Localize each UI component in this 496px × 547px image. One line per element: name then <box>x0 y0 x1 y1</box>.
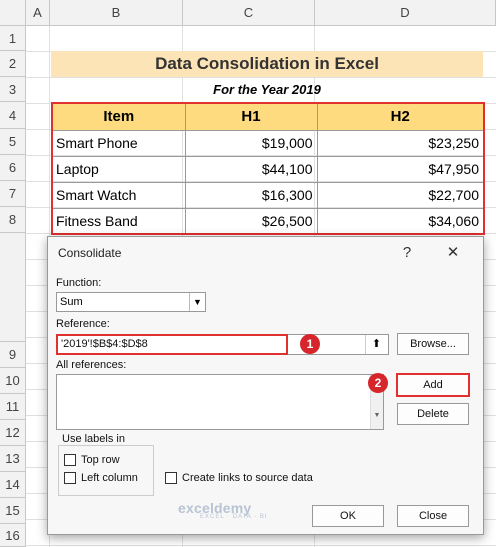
chevron-down-icon[interactable]: ▼ <box>189 293 205 311</box>
row-header[interactable]: 11 <box>0 394 26 420</box>
table-header-row: Item H1 H2 <box>51 102 485 131</box>
header-cell-item[interactable]: Item <box>51 102 186 131</box>
use-labels-label: Use labels in <box>60 433 127 445</box>
row-header[interactable]: 9 <box>0 342 26 368</box>
function-label: Function: <box>56 277 101 289</box>
left-column-checkbox[interactable] <box>64 472 76 484</box>
create-links-checkbox[interactable] <box>165 472 177 484</box>
h1-cell[interactable]: $19,000 <box>184 129 318 157</box>
top-row-checkbox[interactable] <box>64 454 76 466</box>
h2-cell[interactable]: $23,250 <box>316 129 485 157</box>
top-row-label[interactable]: Top row <box>81 454 120 466</box>
left-column-label[interactable]: Left column <box>81 472 138 484</box>
create-links-label[interactable]: Create links to source data <box>182 472 313 484</box>
close-button[interactable]: Close <box>397 505 469 527</box>
exceldemy-watermark: exceldemy EXCEL · DATA · BI <box>178 500 268 520</box>
table-row: Smart Phone $19,000 $23,250 <box>51 129 485 157</box>
table-row: Fitness Band $26,500 $34,060 <box>51 207 485 235</box>
browse-button[interactable]: Browse... <box>397 333 469 355</box>
h2-cell[interactable]: $22,700 <box>316 181 485 209</box>
h2-cell[interactable]: $47,950 <box>316 155 485 183</box>
dialog-title: Consolidate <box>58 246 122 260</box>
all-references-list[interactable]: ▲ ▼ <box>56 374 384 430</box>
reference-input[interactable]: '2019'!$B$4:$D$8 <box>56 334 288 355</box>
column-header-a[interactable]: A <box>26 0 50 26</box>
item-cell[interactable]: Fitness Band <box>51 207 186 235</box>
row-header[interactable]: 6 <box>0 155 26 181</box>
row-header[interactable] <box>0 233 26 342</box>
row-header[interactable]: 1 <box>0 26 26 51</box>
use-labels-group <box>58 445 154 496</box>
sheet-subtitle: For the Year 2019 <box>213 82 321 97</box>
sheet-title: Data Consolidation in Excel <box>51 51 483 77</box>
row-header[interactable]: 13 <box>0 446 26 472</box>
row-header[interactable]: 2 <box>0 51 26 77</box>
dialog-titlebar[interactable]: Consolidate ? ✕ <box>48 237 483 269</box>
h2-cell[interactable]: $34,060 <box>316 207 485 235</box>
column-header-c[interactable]: C <box>183 0 315 26</box>
row-header[interactable]: 15 <box>0 498 26 524</box>
function-value: Sum <box>60 296 83 308</box>
close-icon[interactable]: ✕ <box>443 243 463 263</box>
row-header[interactable]: 10 <box>0 368 26 394</box>
callout-badge-2: 2 <box>368 373 388 393</box>
header-cell-h1[interactable]: H1 <box>184 102 318 131</box>
row-header[interactable]: 12 <box>0 420 26 446</box>
function-select[interactable]: Sum ▼ <box>56 292 206 312</box>
h1-cell[interactable]: $26,500 <box>184 207 318 235</box>
add-button[interactable]: Add <box>396 373 470 397</box>
reference-label: Reference: <box>56 318 110 330</box>
data-table: Item H1 H2 Smart Phone $19,000 $23,250 L… <box>51 102 485 235</box>
row-header[interactable]: 16 <box>0 524 26 547</box>
consolidate-dialog: Consolidate ? ✕ Function: Sum ▼ Referenc… <box>47 236 484 535</box>
scroll-down-icon[interactable]: ▼ <box>371 402 383 429</box>
help-icon[interactable]: ? <box>397 243 417 263</box>
ok-button[interactable]: OK <box>312 505 384 527</box>
corner-select-all[interactable] <box>0 0 26 26</box>
row-header[interactable]: 14 <box>0 472 26 498</box>
table-row: Smart Watch $16,300 $22,700 <box>51 181 485 209</box>
item-cell[interactable]: Smart Watch <box>51 181 186 209</box>
row-header[interactable]: 3 <box>0 77 26 102</box>
callout-badge-1: 1 <box>300 334 320 354</box>
column-header-d[interactable]: D <box>315 0 496 26</box>
row-header[interactable]: 5 <box>0 129 26 155</box>
row-header[interactable]: 4 <box>0 102 26 129</box>
column-header-b[interactable]: B <box>50 0 183 26</box>
row-header[interactable]: 7 <box>0 181 26 207</box>
header-cell-h2[interactable]: H2 <box>316 102 485 131</box>
h1-cell[interactable]: $44,100 <box>184 155 318 183</box>
row-header[interactable]: 8 <box>0 207 26 233</box>
h1-cell[interactable]: $16,300 <box>184 181 318 209</box>
delete-button[interactable]: Delete <box>397 403 469 425</box>
spreadsheet: A B C D 1 2 3 4 5 6 7 8 9 10 11 12 13 14… <box>0 0 496 547</box>
watermark-tagline: EXCEL · DATA · BI <box>200 514 268 520</box>
item-cell[interactable]: Smart Phone <box>51 129 186 157</box>
all-references-label: All references: <box>56 359 127 371</box>
collapse-dialog-icon[interactable]: ⬆ <box>365 335 387 354</box>
function-label-text: Function: <box>56 277 102 289</box>
table-row: Laptop $44,100 $47,950 <box>51 155 485 183</box>
item-cell[interactable]: Laptop <box>51 155 186 183</box>
